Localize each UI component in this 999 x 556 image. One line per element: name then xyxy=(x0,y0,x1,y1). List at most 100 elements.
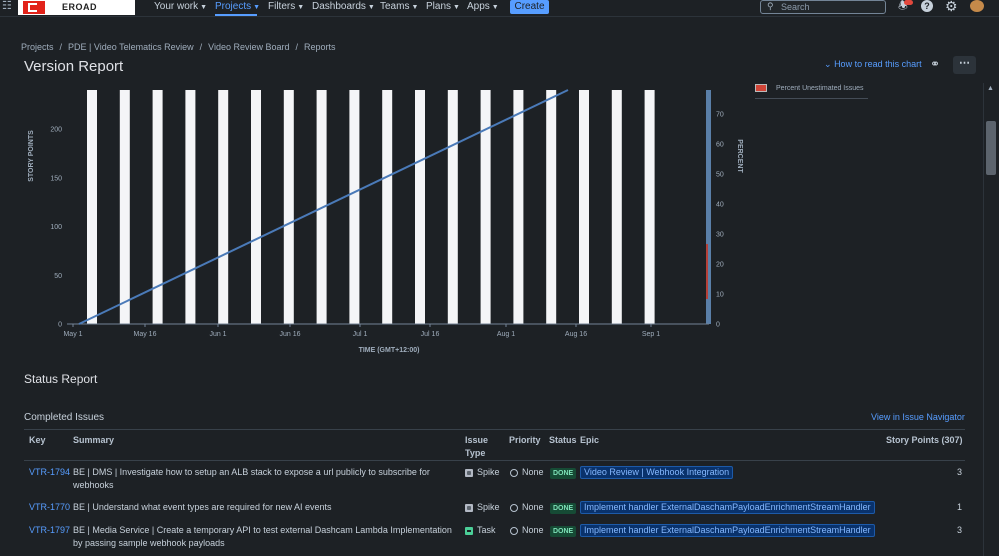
issue-epic[interactable]: Implement handler ExternalDaschamPayload… xyxy=(580,501,875,514)
y2-tick-label: 0 xyxy=(716,322,720,329)
legend-divider xyxy=(755,98,868,99)
search-input[interactable]: ⚲ Search xyxy=(760,0,886,14)
issue-status: DONE xyxy=(550,466,577,479)
nav-plans[interactable]: Plans ▼ xyxy=(426,1,460,12)
create-button[interactable]: Create xyxy=(510,0,549,14)
weekend-band xyxy=(415,90,425,324)
percent-unestimated-bar xyxy=(706,244,708,299)
notification-badge xyxy=(904,0,913,5)
breadcrumb-board[interactable]: Video Review Board xyxy=(208,42,289,52)
issue-priority: None xyxy=(510,501,544,514)
issue-summary: BE | Media Service | Create a temporary … xyxy=(73,525,452,548)
logo[interactable]: EROAD xyxy=(18,0,135,15)
chevron-down-icon: ▼ xyxy=(491,4,499,11)
how-to-read-link[interactable]: ⌄ How to read this chart xyxy=(824,59,922,70)
weekend-band xyxy=(644,90,655,324)
chevron-down-icon: ▼ xyxy=(253,4,261,11)
task-icon xyxy=(465,526,473,535)
logo-text: EROAD xyxy=(62,2,98,12)
y2-tick-label: 70 xyxy=(716,112,724,119)
issue-key-link[interactable]: VTR-1770 xyxy=(29,501,70,514)
status-badge: DONE xyxy=(550,503,577,514)
issue-key-link[interactable]: VTR-1794 xyxy=(29,466,70,479)
issue-story-points: 3 xyxy=(956,525,962,535)
y-tick-label: 0 xyxy=(58,322,62,329)
y2-tick-label: 10 xyxy=(716,292,724,299)
breadcrumb: Projects / PDE | Video Telematics Review / V… xyxy=(21,42,336,52)
issue-type: Spike xyxy=(465,501,500,514)
weekend-band xyxy=(382,90,393,324)
issue-key-link[interactable]: VTR-1797 xyxy=(29,524,70,537)
header-status: Status xyxy=(549,435,577,445)
completed-issues-title: Completed Issues xyxy=(24,412,105,423)
header-epic: Epic xyxy=(580,435,600,445)
x-tick-label: Sep 1 xyxy=(642,331,660,338)
breadcrumb-project[interactable]: PDE | Video Telematics Review xyxy=(68,42,194,52)
search-icon: ⚲ xyxy=(767,1,774,11)
epic-lozenge: Implement handler ExternalDaschamPayload… xyxy=(580,501,875,514)
y2-tick-label: 30 xyxy=(716,232,724,239)
header-story-points: Story Points (307) xyxy=(886,435,963,445)
view-in-issue-navigator-link[interactable]: View in Issue Navigator xyxy=(871,412,965,422)
nav-your-work[interactable]: Your work ▼ xyxy=(154,1,207,12)
y-tick-label: 150 xyxy=(50,175,62,182)
issue-epic[interactable]: Video Review | Webhook Integration xyxy=(580,466,734,479)
x-tick-label: May 1 xyxy=(63,331,82,338)
priority-none-icon xyxy=(510,503,518,512)
help-icon[interactable]: ? xyxy=(921,0,933,12)
nav-dashboards[interactable]: Dashboards ▼ xyxy=(312,1,375,12)
weekend-band xyxy=(218,90,229,324)
header-divider xyxy=(24,460,965,461)
nav-filters[interactable]: Filters ▼ xyxy=(268,1,304,12)
more-actions-button[interactable]: ⋯ xyxy=(953,56,976,74)
header-priority: Priority xyxy=(509,435,541,445)
y-tick-label: 200 xyxy=(50,127,62,134)
app-switcher-icon[interactable]: ☷ xyxy=(2,1,12,12)
status-report-title: Status Report xyxy=(24,372,98,386)
issue-summary: BE | DMS | Investigate how to setup an A… xyxy=(73,467,430,490)
priority-none-icon xyxy=(510,468,518,477)
issue-priority: None xyxy=(510,466,544,479)
status-badge: DONE xyxy=(550,468,577,479)
priority-none-icon xyxy=(510,526,518,535)
scrollbar-thumb[interactable] xyxy=(986,121,996,175)
weekend-band xyxy=(119,90,130,324)
avatar[interactable] xyxy=(970,0,984,12)
y2-axis-label: PERCENT xyxy=(736,139,743,173)
breadcrumb-reports[interactable]: Reports xyxy=(304,42,336,52)
top-nav: ☷ EROAD Your work ▼ Projects ▼ Filters ▼ Da… xyxy=(0,0,999,17)
weekend-band xyxy=(513,90,524,324)
weekend-band xyxy=(185,90,196,324)
chevron-down-icon: ▼ xyxy=(367,4,375,11)
nav-apps[interactable]: Apps ▼ xyxy=(467,1,499,12)
issue-type: Task xyxy=(465,524,496,537)
nav-teams[interactable]: Teams ▼ xyxy=(380,1,418,12)
settings-gear-icon[interactable]: ⚙ xyxy=(945,0,958,15)
nav-projects[interactable]: Projects ▼ xyxy=(215,1,260,12)
y-axis-label: STORY POINTS xyxy=(28,130,35,182)
issue-epic[interactable]: Implement handler ExternalDaschamPayload… xyxy=(580,524,875,537)
y2-tick-label: 40 xyxy=(716,202,724,209)
chevron-down-icon: ▼ xyxy=(200,4,208,11)
weekend-band xyxy=(611,90,622,324)
page-title: Version Report xyxy=(24,58,124,75)
issue-summary: BE | Understand what event types are req… xyxy=(73,502,332,512)
active-nav-indicator xyxy=(215,14,257,16)
weekend-band xyxy=(251,90,261,324)
issue-status: DONE xyxy=(550,501,577,514)
share-icon[interactable]: ⚭ xyxy=(930,57,940,71)
y2-tick-label: 20 xyxy=(716,262,724,269)
issue-status: DONE xyxy=(550,524,577,537)
eroad-logo-icon xyxy=(23,1,45,14)
x-tick-label: May 16 xyxy=(134,331,157,338)
weekend-band xyxy=(447,90,458,324)
weekend-band xyxy=(283,90,294,324)
breadcrumb-projects[interactable]: Projects xyxy=(21,42,54,52)
x-tick-label: Jun 16 xyxy=(279,331,300,338)
scroll-up-arrow-icon[interactable]: ▲ xyxy=(987,85,994,92)
x-tick-label: Jul 16 xyxy=(421,331,440,338)
epic-lozenge: Video Review | Webhook Integration xyxy=(580,466,734,479)
x-tick-label: Jun 1 xyxy=(209,331,226,338)
chevron-down-icon: ▼ xyxy=(411,4,419,11)
spike-icon xyxy=(465,468,473,477)
